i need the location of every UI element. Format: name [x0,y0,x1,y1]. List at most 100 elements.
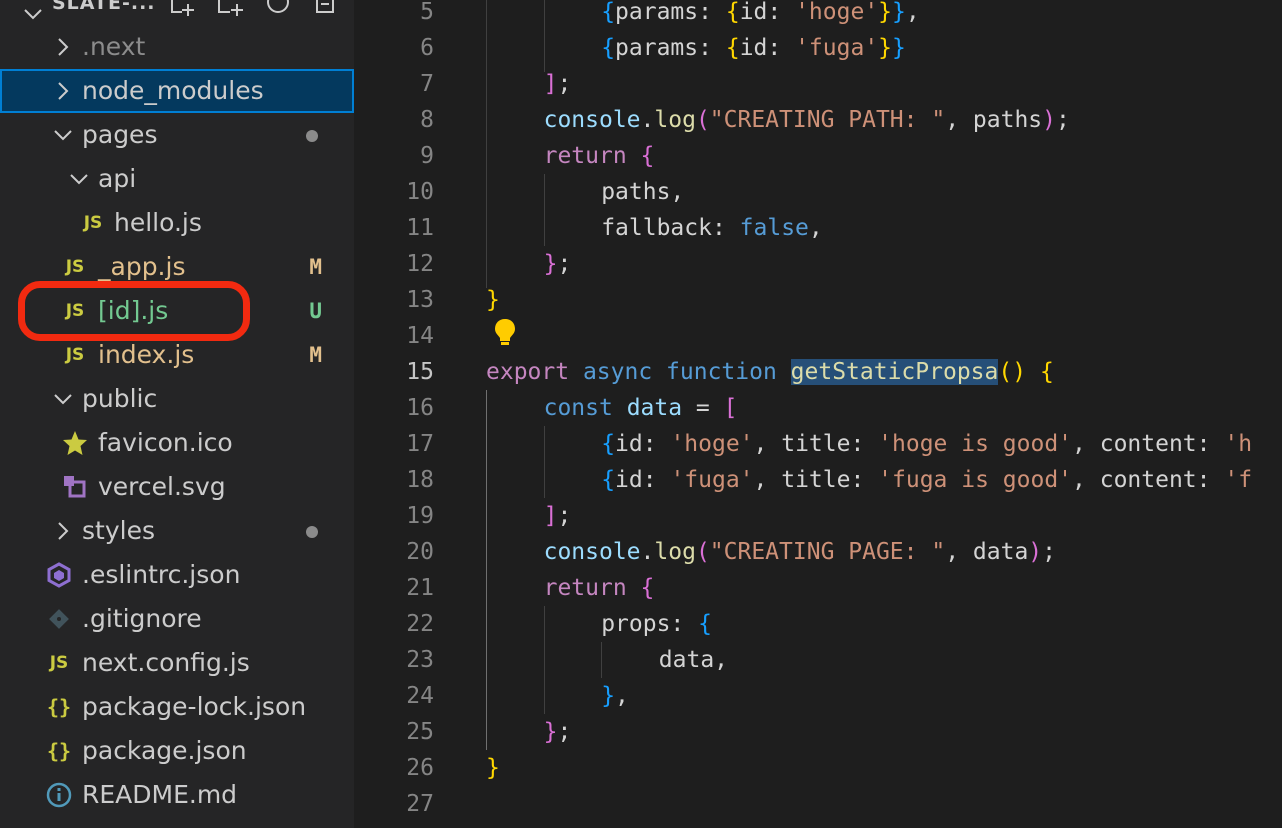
line-number: 24 [406,683,434,709]
code-line[interactable]: 17 {id: 'hoge', title: 'hoge is good', co… [354,426,1282,462]
code-token: , paths [945,107,1043,133]
tree-item-label: node_modules [82,76,264,105]
code-token: return [543,143,641,169]
code-token: { [640,143,655,169]
tree-item-favicon-ico[interactable]: favicon.ico [0,421,354,465]
code-token: data, [658,647,729,673]
code-token: { [601,431,616,457]
tree-item-package-json[interactable]: {} package.json [0,729,354,773]
git-status-badge: M [309,255,322,279]
code-line[interactable]: 18 {id: 'fuga', title: 'fuga is good', co… [354,462,1282,498]
tree-item-hello-js[interactable]: JS hello.js [0,201,354,245]
code-line[interactable]: 7]; [354,66,1282,102]
code-content: data, [659,642,728,678]
code-token: ( [695,107,710,133]
line-number: 22 [406,611,434,637]
code-line[interactable]: 26} [354,750,1282,786]
tree-item-eslintrc-json[interactable]: .eslintrc.json [0,553,354,597]
line-number: 11 [406,215,434,241]
explorer-header: SLATE-... [0,0,354,22]
code-line[interactable]: 12}; [354,246,1282,282]
chevron-down-icon [68,157,90,201]
code-token: { [725,0,740,25]
code-line[interactable]: 21 return { [354,570,1282,606]
tree-item-package-lock-json[interactable]: {} package-lock.json [0,685,354,729]
tree-item-public[interactable]: public [0,377,354,421]
code-line[interactable]: 20 console.log("CREATING PAGE: ", data); [354,534,1282,570]
code-content: }, [601,678,629,714]
tree-item-vercel-svg[interactable]: vercel.svg [0,465,354,509]
new-file-icon[interactable] [168,0,198,18]
tree-item-gitignore[interactable]: .gitignore [0,597,354,641]
tree-item-pages[interactable]: pages [0,113,354,157]
tree-item-node-modules[interactable]: node_modules [0,69,354,113]
line-number: 15 [406,359,434,385]
code-content: const data = [ [544,390,738,426]
code-line[interactable]: 13} [354,282,1282,318]
code-token: id: [739,0,796,25]
code-token: data [626,395,683,421]
code-token: { [1039,359,1054,385]
code-token: , content: [1072,431,1225,457]
code-token: . [640,539,655,565]
code-line[interactable]: 8 console.log("CREATING PATH: ", paths); [354,102,1282,138]
code-token: ; [1056,107,1070,133]
code-line[interactable]: 24}, [354,678,1282,714]
tree-item-styles[interactable]: styles [0,509,354,553]
code-line[interactable]: 22 props: { [354,606,1282,642]
code-token: } [878,0,893,25]
code-line[interactable]: 23 data, [354,642,1282,678]
code-line[interactable]: 11 fallback: false, [354,210,1282,246]
code-line[interactable]: 6 {params: {id: 'fuga'}} [354,30,1282,66]
code-token: } [892,0,906,25]
chevron-right-icon [52,25,74,69]
javascript-file-icon: JS [49,653,69,673]
code-line[interactable]: 10 paths, [354,174,1282,210]
code-line[interactable]: 16 const data = [ [354,390,1282,426]
code-token: id: [615,431,671,457]
code-line[interactable]: 5 {params: {id: 'hoge'}}, [354,0,1282,30]
code-token: log [654,539,696,565]
code-token: 'fuga is good' [878,467,1073,493]
refresh-icon[interactable] [264,0,294,18]
code-line[interactable]: 19]; [354,498,1282,534]
code-line[interactable]: 27 [354,786,1282,822]
tree-item-label: .next [82,32,146,61]
code-line[interactable]: 25}; [354,714,1282,750]
code-token: const [543,395,627,421]
tree-item-api[interactable]: api [0,157,354,201]
code-token: { [601,467,616,493]
tree-item-next-config-js[interactable]: JS next.config.js [0,641,354,685]
tree-item-next-folder[interactable]: .next [0,25,354,69]
indent-guide [601,642,603,678]
info-icon [44,773,74,817]
lightbulb-icon[interactable] [494,318,516,354]
indent-guide [486,0,487,288]
code-token: console [543,539,641,565]
workspace-title[interactable]: SLATE-... [52,0,156,14]
tree-item-label: package.json [82,736,247,765]
code-line[interactable]: 9 return { [354,138,1282,174]
tree-item-readme-md[interactable]: README.md [0,773,354,817]
code-token: "CREATING PAGE: " [709,539,946,565]
code-content: } [486,282,500,318]
code-token: , [905,0,920,25]
collapse-all-icon[interactable] [312,0,342,18]
code-token: 'f [1224,467,1253,493]
code-editor[interactable]: 5 {params: {id: 'hoge'}}, 6 {params: {id: '… [354,0,1282,828]
code-token: ] [543,71,558,97]
code-token: { [601,35,616,61]
new-folder-icon[interactable] [216,0,246,18]
code-token: ; [557,503,572,529]
code-content: return { [544,570,655,606]
line-number: 23 [406,647,434,673]
code-token: 'h [1224,431,1253,457]
code-content: props: { [601,606,712,642]
code-token: return [543,575,641,601]
code-token: = [682,395,724,421]
line-number: 17 [406,431,434,457]
eslint-icon [44,553,74,597]
line-number: 9 [420,143,434,169]
code-line[interactable]: 15 export async function getStaticPropsa(… [354,354,1282,390]
